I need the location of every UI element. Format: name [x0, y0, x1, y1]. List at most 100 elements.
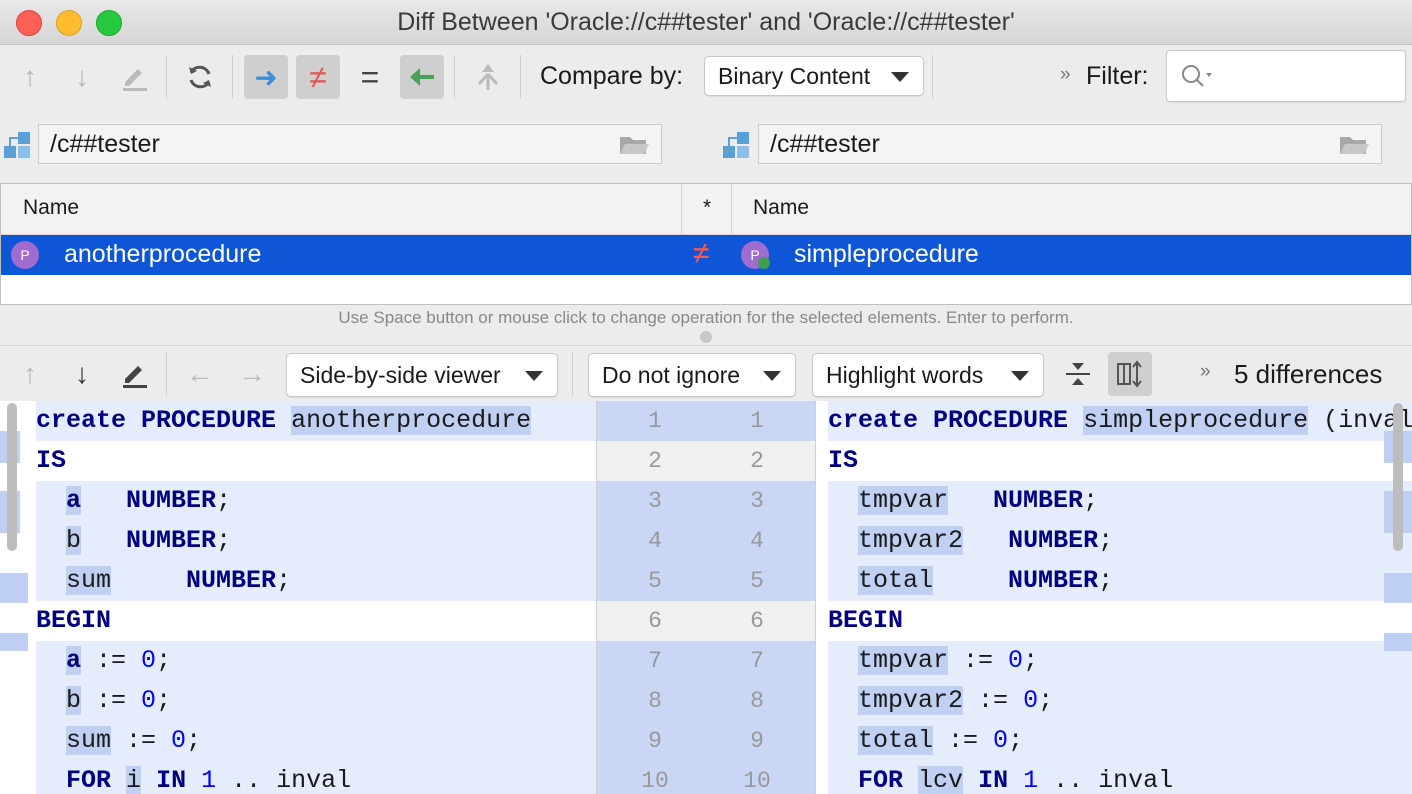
right-path-text: /c##tester [770, 129, 880, 158]
highlight-value: Highlight words [826, 361, 984, 388]
schema-icon [4, 132, 30, 158]
schema-icon [723, 132, 749, 158]
scrollbar-thumb[interactable] [7, 403, 17, 551]
show-different-icon[interactable]: ≠ [296, 55, 340, 99]
chevron-down-icon [1011, 371, 1029, 381]
compare-by-dropdown[interactable]: Binary Content [704, 56, 924, 96]
right-line-number: 1 [750, 408, 764, 434]
right-line-number: 4 [750, 528, 764, 554]
diff-editor: create PROCEDURE anotherprocedure IS a N… [0, 401, 1412, 794]
toolbar-separator [166, 352, 167, 396]
next-difference-icon[interactable]: ↓ [60, 352, 104, 396]
code-line: tmpvar2 := 0; [828, 681, 1412, 721]
folder-icon[interactable] [618, 133, 650, 157]
not-equal-icon[interactable]: ≠ [693, 237, 709, 271]
code-line: FOR lcv IN 1 .. inval [828, 761, 1412, 794]
code-line: sum NUMBER; [36, 561, 596, 601]
left-object-name: anotherprocedure [64, 240, 262, 268]
procedure-icon: P [11, 241, 39, 269]
right-name-header[interactable]: Name [753, 196, 809, 220]
left-line-number: 1 [648, 408, 662, 434]
column-divider [681, 184, 682, 234]
edit-source-icon[interactable] [112, 352, 156, 396]
next-difference-icon[interactable]: ↓ [60, 55, 104, 99]
right-code-pane[interactable]: create PROCEDURE simpleprocedure (inval … [828, 401, 1412, 794]
hint-text: Use Space button or mouse click to chang… [338, 308, 1074, 327]
left-line-number: 6 [648, 608, 662, 634]
back-icon[interactable]: ← [178, 352, 222, 396]
toolbar-separator [520, 55, 521, 99]
column-divider [731, 184, 732, 234]
scrollbar-thumb[interactable] [1393, 403, 1403, 551]
code-line: FOR i IN 1 .. inval [36, 761, 596, 794]
show-new-on-left-icon[interactable]: ➜ [244, 55, 288, 99]
line-number-gutter: 1 1 2 2 3 3 4 4 5 5 6 6 7 7 8 8 9 9 10 10 [596, 401, 816, 794]
left-code-pane[interactable]: create PROCEDURE anotherprocedure IS a N… [36, 401, 596, 794]
previous-difference-icon[interactable]: ↑ [8, 55, 52, 99]
more-actions-icon[interactable]: » [1060, 64, 1071, 86]
toolbar-separator [166, 55, 167, 99]
window-title: Diff Between 'Oracle://c##tester' and 'O… [397, 8, 1015, 36]
code-line: IS [828, 446, 859, 475]
filter-label: Filter: [1086, 62, 1149, 90]
right-line-number: 10 [743, 768, 771, 794]
code-line: a NUMBER; [36, 481, 596, 521]
code-line: tmpvar NUMBER; [828, 481, 1412, 521]
code-line: BEGIN [36, 606, 112, 635]
right-line-number: 6 [750, 608, 764, 634]
collapse-unchanged-icon[interactable] [1056, 352, 1100, 396]
right-line-number: 3 [750, 488, 764, 514]
refresh-icon[interactable] [178, 55, 222, 99]
code-line: sum := 0; [36, 721, 596, 761]
code-line: tmpvar2 NUMBER; [828, 521, 1412, 561]
left-path-text: /c##tester [50, 129, 160, 158]
right-path-field[interactable]: /c##tester [758, 124, 1382, 164]
ignore-dropdown[interactable]: Do not ignore [588, 353, 796, 397]
comparison-table: Name * Name P anotherprocedure ≠ P simpl… [0, 183, 1412, 305]
more-actions-icon[interactable]: » [1200, 361, 1211, 383]
left-line-number: 9 [648, 728, 662, 754]
edit-source-icon[interactable] [112, 55, 156, 99]
viewer-dropdown[interactable]: Side-by-side viewer [286, 353, 558, 397]
code-line: tmpvar := 0; [828, 641, 1412, 681]
code-line: total := 0; [828, 721, 1412, 761]
change-marker [0, 633, 28, 651]
right-line-number: 7 [750, 648, 764, 674]
table-row[interactable]: P anotherprocedure ≠ P simpleprocedure [1, 235, 1411, 275]
change-marker [1384, 573, 1412, 603]
code-line: IS [36, 446, 67, 475]
chevron-down-icon [763, 371, 781, 381]
main-toolbar: ↑ ↓ ➜ ≠ = Compare by: Binary Content » F… [0, 45, 1412, 109]
right-line-number: 2 [750, 448, 764, 474]
search-icon [1182, 65, 1212, 87]
left-line-number: 4 [648, 528, 662, 554]
highlight-dropdown[interactable]: Highlight words [812, 353, 1044, 397]
folder-icon[interactable] [1338, 133, 1370, 157]
left-name-header[interactable]: Name [23, 196, 79, 220]
chevron-down-icon [525, 371, 543, 381]
left-path-field[interactable]: /c##tester [38, 124, 662, 164]
toolbar-separator [454, 55, 455, 99]
left-line-number: 10 [641, 768, 669, 794]
synchronize-scrolling-icon[interactable] [1108, 352, 1152, 396]
code-line: create PROCEDURE anotherprocedure [36, 401, 596, 441]
compare-by-label: Compare by: [540, 62, 684, 90]
left-line-number: 7 [648, 648, 662, 674]
code-line: a := 0; [36, 641, 596, 681]
right-line-number: 8 [750, 688, 764, 714]
differences-count: 5 differences [1234, 359, 1383, 389]
show-new-on-right-icon[interactable] [400, 55, 444, 99]
title-bar: Diff Between 'Oracle://c##tester' and 'O… [0, 0, 1412, 45]
operation-header[interactable]: * [703, 196, 711, 220]
filter-input[interactable] [1166, 50, 1406, 102]
left-line-number: 8 [648, 688, 662, 714]
forward-icon[interactable]: → [230, 352, 274, 396]
synchronize-icon[interactable] [466, 55, 510, 99]
splitter-handle[interactable] [700, 331, 712, 343]
left-line-number: 2 [648, 448, 662, 474]
left-line-number: 3 [648, 488, 662, 514]
previous-difference-icon[interactable]: ↑ [8, 352, 52, 396]
code-line: BEGIN [828, 606, 904, 635]
code-line: b NUMBER; [36, 521, 596, 561]
show-equal-icon[interactable]: = [348, 55, 392, 99]
